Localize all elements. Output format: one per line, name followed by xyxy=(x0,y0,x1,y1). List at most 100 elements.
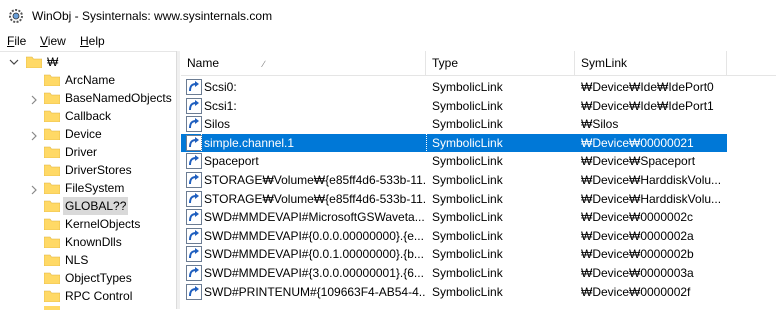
tree-item-label: GLOBAL?? xyxy=(63,197,129,215)
table-row[interactable]: Scsi1: SymbolicLink ₩Device₩Ide₩IdePort1 xyxy=(181,97,727,115)
cell-name: SWD#PRINTENUM#{109663F4-AB54-4... xyxy=(204,284,426,299)
table-row[interactable]: simple.channel.1 SymbolicLink ₩Device₩0000… xyxy=(181,132,727,153)
column-header-symlink[interactable]: SymLink xyxy=(575,51,727,76)
cell-name: simple.channel.1 xyxy=(201,132,427,153)
cell-symlink: ₩Device₩Ide₩IdePort1 xyxy=(581,98,714,113)
chevron-down-icon[interactable] xyxy=(9,57,19,67)
cell-symlink: ₩Device₩00000021 xyxy=(581,135,694,150)
table-row[interactable]: SWD#MMDEVAPI#{0.0.0.00000000}.{e... Symbo… xyxy=(181,227,727,245)
cell-name: STORAGE₩Volume₩{e85ff4d6-533b-11... xyxy=(204,173,426,187)
cell-type: SymbolicLink xyxy=(432,154,503,169)
cell-symlink: ₩Device₩Ide₩IdePort0 xyxy=(581,80,714,94)
cell-name: Scsi1: xyxy=(204,98,237,113)
cell-name: SWD#MMDEVAPI#{3.0.0.00000001}.{6... xyxy=(204,266,424,280)
symbolic-link-icon xyxy=(186,209,202,226)
table-row[interactable]: SWD#MMDEVAPI#{0.0.1.00000000}.{b... Symbo… xyxy=(181,245,727,263)
tree-item-label: KernelObjects xyxy=(65,217,141,231)
list-header: Name ∕ Type SymLink xyxy=(181,51,776,76)
tree-item-label: ArcName xyxy=(65,73,116,87)
tree-item-label: RPC Control xyxy=(65,289,133,303)
tree-item-label: Driver xyxy=(65,145,97,159)
symbolic-link-icon xyxy=(186,265,202,281)
folder-icon xyxy=(26,56,42,68)
tree-item-label: Device xyxy=(65,127,102,141)
table-row[interactable]: STORAGE₩Volume₩{e85ff4d6-533b-11... Symbo… xyxy=(181,190,727,208)
tree-item-label: NLS xyxy=(65,253,89,267)
symbolic-link-icon xyxy=(186,153,202,170)
cell-name: Scsi0: xyxy=(204,80,237,94)
symbolic-link-icon xyxy=(186,246,202,263)
chevron-right-icon[interactable] xyxy=(29,185,39,195)
folder-icon xyxy=(44,146,60,158)
table-row[interactable]: STORAGE₩Volume₩{e85ff4d6-533b-11... Symbo… xyxy=(181,171,727,189)
symbolic-link-icon xyxy=(186,227,202,244)
table-row[interactable]: SWD#MMDEVAPI#{3.0.0.00000001}.{6... Symbo… xyxy=(181,264,727,282)
tree-item-label: KnownDlls xyxy=(65,235,122,249)
cell-name: SWD#MMDEVAPI#MicrosoftGSWaveta... xyxy=(204,210,425,225)
cell-type: SymbolicLink xyxy=(432,191,503,206)
cell-symlink: ₩Device₩0000003a xyxy=(581,266,694,280)
table-row[interactable]: SWD#MMDEVAPI#MicrosoftGSWaveta... Symboli… xyxy=(181,208,727,226)
cell-name: SWD#MMDEVAPI#{0.0.1.00000000}.{b... xyxy=(204,247,424,262)
folder-icon xyxy=(44,236,60,248)
tree-item-label: Callback xyxy=(65,109,112,123)
folder-icon xyxy=(44,92,60,104)
cell-type: SymbolicLink xyxy=(432,210,503,225)
symbolic-link-icon xyxy=(186,134,202,151)
cell-symlink: ₩Silos xyxy=(581,117,619,132)
table-row[interactable]: Silos SymbolicLink ₩Silos xyxy=(181,115,727,133)
folder-icon xyxy=(44,290,60,302)
cell-type: SymbolicLink xyxy=(432,80,503,94)
cell-type: SymbolicLink xyxy=(432,266,503,280)
cell-type: SymbolicLink xyxy=(432,173,503,187)
cell-symlink: ₩Device₩0000002b xyxy=(581,247,694,262)
tree-item-label: ObjectTypes xyxy=(65,271,132,285)
sort-arrow-icon: ∕ xyxy=(263,59,265,69)
symbolic-link-icon xyxy=(186,97,202,114)
menu-view[interactable]: View xyxy=(40,33,66,49)
object-list[interactable]: Name ∕ Type SymLink Scsi0: SymbolicLink ₩De… xyxy=(181,51,776,309)
chevron-right-icon[interactable] xyxy=(29,131,39,141)
folder-icon xyxy=(44,110,60,122)
cell-type: SymbolicLink xyxy=(432,228,503,243)
table-row[interactable]: Scsi0: SymbolicLink ₩Device₩Ide₩IdePort0 xyxy=(181,78,727,96)
folder-icon xyxy=(44,182,60,194)
symbolic-link-icon xyxy=(186,116,202,133)
column-header-type[interactable]: Type xyxy=(426,51,575,76)
folder-icon xyxy=(44,128,60,140)
tree-item-partial xyxy=(44,306,60,310)
column-header-name[interactable]: Name ∕ xyxy=(181,51,426,76)
cell-type: SymbolicLink xyxy=(432,247,503,262)
winobj-app-icon xyxy=(9,9,23,23)
tree-item-label: FileSystem xyxy=(65,181,125,195)
cell-name: Silos xyxy=(204,117,231,132)
title-bar: WinObj - Sysinternals: www.sysinternals.… xyxy=(0,0,776,31)
tree-root-label: ₩ xyxy=(47,55,59,69)
table-row[interactable]: SWD#PRINTENUM#{109663F4-AB54-4... Symboli… xyxy=(181,283,727,301)
cell-symlink: ₩Device₩HarddiskVolu... xyxy=(581,173,722,187)
tree-item-label: BaseNamedObjects xyxy=(65,91,172,105)
cell-type: SymbolicLink xyxy=(432,98,503,113)
cell-symlink: ₩Device₩0000002a xyxy=(581,228,694,243)
table-row[interactable]: Spaceport SymbolicLink ₩Device₩Spaceport xyxy=(181,152,727,170)
pane-splitter[interactable] xyxy=(176,51,180,309)
cell-type: SymbolicLink xyxy=(432,284,503,299)
folder-icon xyxy=(44,218,60,230)
cell-name: STORAGE₩Volume₩{e85ff4d6-533b-11... xyxy=(204,191,426,206)
menu-file[interactable]: File xyxy=(7,33,26,49)
menu-help[interactable]: Help xyxy=(80,33,105,49)
symbolic-link-icon xyxy=(186,283,202,300)
menu-bar: File View Help xyxy=(0,31,776,51)
chevron-right-icon[interactable] xyxy=(29,95,39,105)
tree-item-label: DriverStores xyxy=(65,163,132,177)
object-tree[interactable]: ₩ ArcName BaseNamedObjects Callback Devi… xyxy=(0,51,176,310)
window-title: WinObj - Sysinternals: www.sysinternals.… xyxy=(32,9,273,23)
folder-icon xyxy=(44,254,60,266)
folder-icon xyxy=(44,164,60,176)
cell-type: SymbolicLink xyxy=(432,135,503,150)
cell-name: Spaceport xyxy=(204,154,259,169)
symbolic-link-icon xyxy=(186,190,202,207)
symbolic-link-icon xyxy=(186,79,202,95)
cell-symlink: ₩Device₩HarddiskVolu... xyxy=(581,191,722,206)
symbolic-link-icon xyxy=(186,172,202,188)
